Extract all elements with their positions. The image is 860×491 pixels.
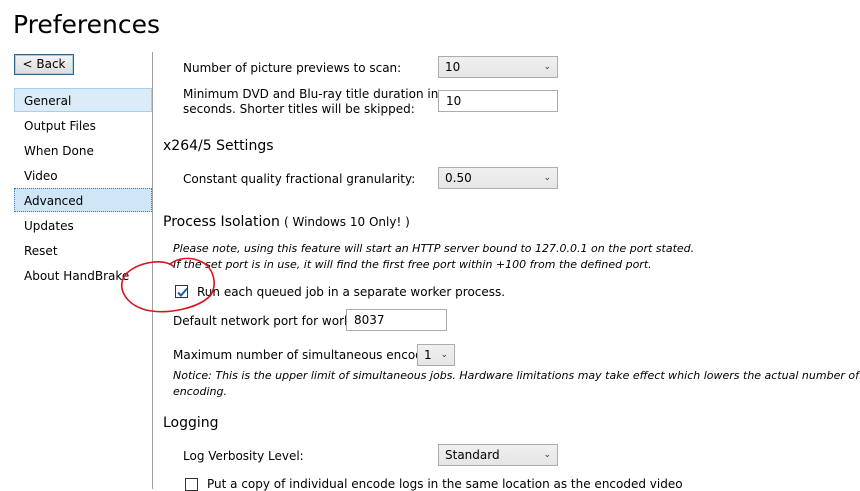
max-encodes-value: 1	[424, 348, 432, 362]
process-isolation-note: ( Windows 10 Only! )	[284, 215, 410, 229]
x264-heading: x264/5 Settings	[163, 138, 274, 154]
min-duration-label-line1: Minimum DVD and Blu-ray title duration i…	[183, 87, 439, 101]
copy-logs-checkbox[interactable]	[185, 478, 198, 491]
isolation-note-line1: Please note, using this feature will sta…	[173, 242, 695, 255]
notice-line2: encoding.	[173, 385, 228, 398]
worker-process-label: Run each queued job in a separate worker…	[197, 285, 506, 299]
isolation-note-line2: If the set port is in use, it will find …	[173, 258, 652, 271]
sidebar-item-general[interactable]: General	[14, 88, 152, 112]
sidebar-item-output-files[interactable]: Output Files	[14, 113, 152, 137]
process-isolation-heading: Process Isolation	[163, 214, 280, 230]
sidebar-item-about[interactable]: About HandBrake	[14, 263, 152, 287]
verbosity-dropdown[interactable]: Standard ⌄	[438, 444, 558, 466]
chevron-down-icon: ⌄	[440, 350, 448, 360]
verbosity-value: Standard	[445, 448, 500, 462]
sidebar-item-video[interactable]: Video	[14, 163, 152, 187]
previews-value: 10	[445, 60, 461, 74]
chevron-down-icon: ⌄	[543, 173, 551, 183]
back-button[interactable]: < Back	[14, 54, 74, 75]
sidebar-item-advanced[interactable]: Advanced	[14, 188, 152, 212]
cq-label: Constant quality fractional granularity:	[183, 172, 416, 186]
notice-line1: Notice: This is the upper limit of simul…	[173, 369, 860, 382]
max-encodes-label: Maximum number of simultaneous encodes:	[173, 348, 441, 362]
max-encodes-dropdown[interactable]: 1 ⌄	[417, 344, 455, 366]
verbosity-label: Log Verbosity Level:	[183, 449, 304, 463]
previews-dropdown[interactable]: 10 ⌄	[438, 56, 558, 78]
sidebar-item-updates[interactable]: Updates	[14, 213, 152, 237]
logging-heading: Logging	[163, 415, 219, 431]
min-duration-input[interactable]: 10	[438, 90, 558, 112]
chevron-down-icon: ⌄	[543, 450, 551, 460]
cq-dropdown[interactable]: 0.50 ⌄	[438, 167, 558, 189]
page-title: Preferences	[13, 10, 161, 39]
divider	[152, 52, 153, 489]
cq-value: 0.50	[445, 171, 472, 185]
port-input[interactable]: 8037	[346, 309, 447, 331]
port-label: Default network port for worker:	[173, 314, 367, 328]
min-duration-label-line2: seconds. Shorter titles will be skipped:	[183, 102, 415, 116]
sidebar-item-reset[interactable]: Reset	[14, 238, 152, 262]
checkmark-icon	[177, 287, 188, 297]
previews-label: Number of picture previews to scan:	[183, 61, 402, 75]
sidebar-item-when-done[interactable]: When Done	[14, 138, 152, 162]
sidebar-nav: General Output Files When Done Video Adv…	[14, 88, 152, 288]
worker-process-checkbox[interactable]	[175, 285, 188, 298]
chevron-down-icon: ⌄	[543, 62, 551, 72]
